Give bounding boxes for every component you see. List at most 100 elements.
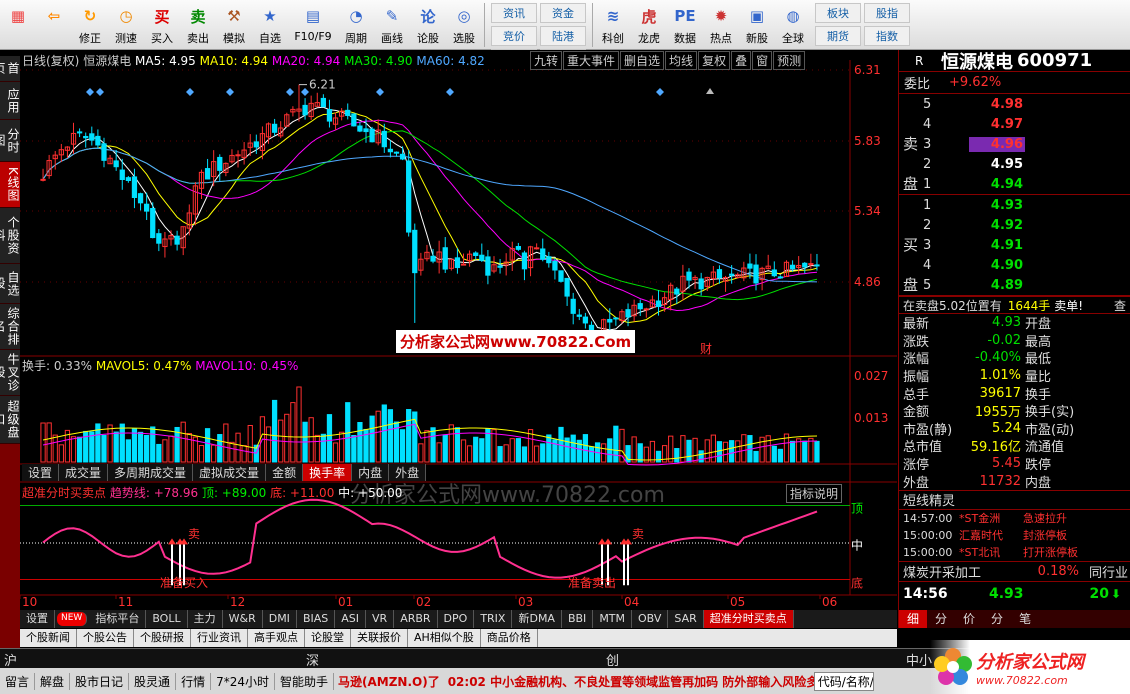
sells-level[interactable]: 2 4.95 [899,154,1130,174]
left-tab-4[interactable]: 个股资料 [0,208,20,264]
sells-level[interactable]: 4 4.97 [899,114,1130,134]
clock-button[interactable]: ◷ 测速 [108,0,144,48]
news-tab[interactable]: 关联报价 [351,629,408,647]
info-grid-button[interactable]: 资讯 [491,3,537,23]
buy-button[interactable]: 买买入 [144,0,180,48]
left-tab-7[interactable]: 牛叉诊股 [0,350,20,396]
buys-level[interactable]: 1 4.93 [899,195,1130,215]
news-tab[interactable]: 论股堂 [305,629,351,647]
indicator-tab[interactable]: SAR [668,610,704,628]
index-sz[interactable]: 深 [306,650,319,669]
sub-tab[interactable]: 设置 [22,464,60,481]
pencil-button[interactable]: ✎ 画线 [374,0,410,48]
index-sh[interactable]: 沪 [4,650,17,669]
status-item[interactable]: 智能助手 [275,672,334,690]
quote-bottom-tab[interactable]: 笔 [1011,610,1039,628]
indicator-tab[interactable]: NEW [57,612,88,626]
sells-level[interactable]: 5 4.98 [899,94,1130,114]
indicator-tab[interactable]: ARBR [394,610,438,628]
quote-bottom-tab[interactable]: 分 [927,610,955,628]
sell-button[interactable]: 卖卖出 [180,0,216,48]
index-cy[interactable]: 创 [606,650,619,669]
market-grid-button[interactable]: 指数 [864,26,910,46]
short-item[interactable]: 15:00:00 *ST北讯 打开涨停板 [899,544,1130,561]
sub-tab[interactable]: 金额 [266,464,304,481]
buys-level[interactable]: 2 4.92 [899,215,1130,235]
market-grid-button[interactable]: 股指 [864,3,910,23]
info-grid-button[interactable]: 资金 [540,3,586,23]
status-item[interactable]: 解盘 [35,672,71,690]
indicator-tab[interactable]: 超准分时买卖点 [703,610,794,628]
status-item[interactable]: 留言 [0,672,36,690]
status-item[interactable]: 股灵通 [129,672,177,690]
sub-tab[interactable]: 成交量 [59,464,109,481]
market-grid-button[interactable]: 板块 [815,3,861,23]
left-tab-2[interactable]: 分时图 [0,120,20,162]
sub-tab[interactable]: 换手率 [303,464,353,481]
status-item[interactable]: 股市日记 [70,672,130,690]
indicator-tab[interactable]: OBV [632,610,669,628]
buys-level[interactable]: 4 4.90 [899,255,1130,275]
quote-bottom-tab[interactable]: 分 [983,610,1011,628]
chart-tool-button[interactable]: 均线 [665,51,698,70]
news-tab[interactable]: AH相似个股 [408,629,481,647]
indicator-tab[interactable]: 设置 [20,610,55,628]
chart-tool-button[interactable]: 窗 [752,51,773,70]
left-tab-1[interactable]: 应用 [0,82,20,120]
star-button[interactable]: ★ 自选 [252,0,288,48]
back-arrow-button[interactable]: ⇦ [36,0,72,48]
chart-tool-button[interactable]: 九转 [530,51,563,70]
indicator-tab[interactable]: VR [366,610,395,628]
discuss-button[interactable]: 论论股 [410,0,446,48]
windows-button[interactable]: ▦ [0,0,36,48]
sub-tab[interactable]: 多周期成交量 [108,464,194,481]
news-tab[interactable]: 个股公告 [77,629,134,647]
left-tab-6[interactable]: 综合排名 [0,304,20,350]
indicator-tab[interactable]: BBI [562,610,594,628]
news-tab[interactable]: 高手观点 [248,629,305,647]
buys-level[interactable]: 5 4.89 [899,275,1130,295]
indicator-tab[interactable]: DMI [263,610,297,628]
status-item[interactable]: 7*24小时 [211,672,275,690]
news-tab[interactable]: 行业资讯 [191,629,248,647]
indicator-tab[interactable]: 新DMA [512,610,562,628]
left-tab-0[interactable]: 首页 [0,56,20,82]
info-grid-button[interactable]: 竞价 [491,26,537,46]
chart-tool-button[interactable]: 重大事件 [563,51,620,70]
revise-button[interactable]: ↻ 修正 [72,0,108,48]
stock-pick-button[interactable]: ◎ 选股 [446,0,482,48]
kline-chart-area[interactable]: 6.31 5.83 5.34 4.86 0.027 0.013 6.21 准备买入 准备卖出 卖 卖… [20,50,897,625]
hot-button[interactable]: ✹ 热点 [703,0,739,48]
sub-tab[interactable]: 虚拟成交量 [193,464,267,481]
chart-tool-button[interactable]: 预测 [773,51,806,70]
indicator-tab[interactable]: ASI [335,610,367,628]
buys-level[interactable]: 3 4.91 [899,235,1130,255]
sub-tab[interactable]: 外盘 [389,464,427,481]
indicator-tab[interactable]: BIAS [297,610,336,628]
longhu-button[interactable]: 虎龙虎 [631,0,667,48]
sub-tab[interactable]: 内盘 [352,464,390,481]
indicator-tab[interactable]: W&R [223,610,263,628]
chart-tool-button[interactable]: 复权 [698,51,731,70]
news-tab[interactable]: 个股研报 [134,629,191,647]
quote-bottom-tab[interactable]: 细 [899,610,928,628]
globe-button[interactable]: ◍ 全球 [775,0,811,48]
indicator-tab[interactable]: MTM [593,610,633,628]
indicator-tab[interactable]: DPO [438,610,475,628]
quote-bottom-tab[interactable]: 价 [955,610,983,628]
chart-tool-button[interactable]: 叠 [731,51,752,70]
period-button[interactable]: ◔ 周期 [338,0,374,48]
kechuang-button[interactable]: ≋ 科创 [595,0,631,48]
index-zx[interactable]: 中小 [906,650,932,669]
left-tab-5[interactable]: 自选股 [0,264,20,304]
indicator-tab[interactable]: TRIX [474,610,513,628]
sells-level[interactable]: 3 4.96 [899,134,1130,154]
status-item[interactable]: 行情 [176,672,212,690]
hammer-button[interactable]: ⚒ 模拟 [216,0,252,48]
indicator-tab[interactable]: 主力 [188,610,223,628]
left-tab-3[interactable]: K线图 [0,162,20,208]
info-grid-button[interactable]: 陆港 [540,26,586,46]
industry-more-button[interactable]: 同行业 [1089,562,1130,581]
indicator-tab[interactable]: BOLL [146,610,188,628]
code-search-input[interactable]: 代码/名称/简 [813,671,874,691]
